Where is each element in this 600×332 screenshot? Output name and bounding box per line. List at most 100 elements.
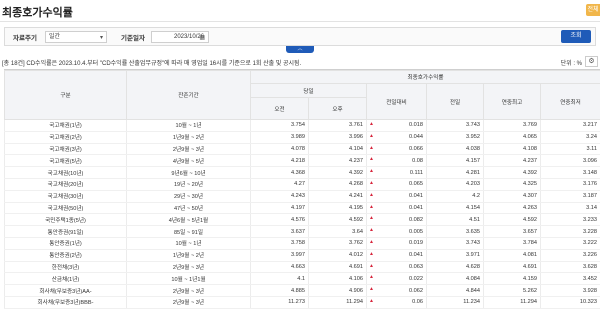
cell-pm: 4.237 [308,154,367,168]
cell-maturity: 1년9월 ~ 2년 [126,131,251,144]
cell-high: 5.262 [483,284,541,297]
search-button[interactable]: 조회 [561,30,591,43]
table-row: 통안증권(2년) 1년9월 ~ 2년 3.997 4.012 ▲ 0.041 3.971 4.… [4,249,600,262]
table-row: 국민주택1종(5년) 4년6월 ~ 5년1월 4.576 4.592 ▲ 0.082 4.5… [4,213,600,227]
cell-low: 3.148 [540,166,600,179]
up-triangle-icon: ▲ [369,191,374,198]
cell-maturity: 47년 ~ 50년 [126,202,251,215]
change-value: 0.065 [409,181,423,188]
settings-gear-icon[interactable]: ⚙ [585,56,598,67]
cell-change: ▲ 0.019 [366,237,427,250]
up-triangle-icon: ▲ [369,262,374,269]
cell-maturity: 10월 ~ 1년 [126,237,251,250]
up-triangle-icon: ▲ [369,274,374,281]
date-input[interactable]: 2023/10/26 ▦ [151,31,209,43]
cell-type: 통안증권(91일) [4,225,127,238]
up-triangle-icon: ▲ [369,156,374,163]
cell-type: 회사채(무보증3년)BBB- [4,296,127,309]
cell-high: 4.263 [483,202,541,215]
cell-pm: 4.592 [308,213,367,227]
cell-change: ▲ 0.062 [366,284,427,297]
change-value: 0.022 [409,275,423,282]
cell-high: 11.294 [483,296,541,309]
cell-change: ▲ 0.063 [366,261,427,274]
change-value: 0.044 [409,134,423,141]
cell-pm: 4.104 [308,143,367,156]
cell-am: 4.243 [250,190,309,203]
cell-maturity: 29년 ~ 30년 [126,190,251,203]
cell-pm: 3.761 [308,119,367,132]
cell-type: 국고채권(1년) [4,119,127,132]
cell-high: 4.081 [483,249,541,262]
cell-am: 4.078 [250,143,309,156]
cell-change: ▲ 0.041 [366,249,427,262]
change-value: 0.019 [409,240,423,247]
header-high: 연중최고 [483,83,541,120]
cell-pm: 4.012 [308,249,367,262]
top-right-badge-button[interactable]: 전체보 [586,4,600,16]
cell-high: 3.657 [483,225,541,238]
cell-change: ▲ 0.08 [366,154,427,168]
cell-pm: 4.195 [308,202,367,215]
cell-am: 3.754 [250,119,309,132]
cell-type: 국민주택1종(5년) [4,213,127,227]
cell-prev: 4.844 [426,284,484,297]
collapse-filter-button[interactable]: ︿ [286,46,314,53]
header-group-yield: 최종호가수익률 [250,70,600,84]
period-select[interactable]: 일간 ▾ [45,31,107,43]
cell-type: 국고채권(30년) [4,190,127,203]
change-value: 0.082 [409,216,423,223]
header-change: 전일대비 [366,83,427,120]
cell-low: 3.228 [540,225,600,238]
change-value: 0.018 [409,122,423,129]
cell-pm: 4.691 [308,261,367,274]
cell-am: 4.218 [250,154,309,168]
chevron-up-icon: ︿ [297,46,303,52]
cell-prev: 3.971 [426,249,484,262]
cell-high: 4.108 [483,143,541,156]
cell-maturity: 19년 ~ 20년 [126,178,251,191]
cell-am: 4.197 [250,202,309,215]
cell-low: 3.187 [540,190,600,203]
calendar-icon[interactable]: ▦ [199,33,205,43]
cell-maturity: 9년6월 ~ 10년 [126,166,251,179]
chevron-down-icon: ▾ [99,35,103,41]
cell-maturity: 4년9월 ~ 5년 [126,154,251,168]
unit-label: 단위 : % [560,61,582,67]
header-maturity: 잔존기간 [126,70,251,120]
cell-high: 3.769 [483,119,541,132]
cell-change: ▲ 0.06 [366,296,427,309]
table-body: 국고채권(1년) 10월 ~ 1년 3.754 3.761 ▲ 0.018 3.743 3.7… [4,119,600,309]
change-value: 0.041 [409,193,423,200]
cell-am: 4.576 [250,213,309,227]
cell-maturity: 2년9월 ~ 3년 [126,143,251,156]
yield-table-container[interactable]: 구분 잔존기간 최종호가수익률 당일 전일대비 전일 연중최고 연중최저 오전 … [4,69,600,332]
cell-low: 3.222 [540,237,600,250]
change-value: 0.111 [409,169,423,176]
cell-high: 4.065 [483,131,541,144]
cell-change: ▲ 0.022 [366,272,427,286]
cell-maturity: 4년6월 ~ 5년1월 [126,213,251,227]
cell-maturity: 10월 ~ 1년 [126,119,251,132]
cell-high: 4.159 [483,272,541,286]
change-value: 0.041 [409,252,423,259]
change-value: 0.066 [409,145,423,152]
table-row: 통안증권(1년) 10월 ~ 1년 3.758 3.762 ▲ 0.019 3.743 3.7… [4,237,600,250]
cell-low: 3.452 [540,272,600,286]
cell-type: 국고채권(20년) [4,178,127,191]
up-triangle-icon: ▲ [369,215,374,222]
cell-low: 3.226 [540,249,600,262]
change-value: 0.08 [412,157,423,164]
cell-type: 국고채권(5년) [4,154,127,168]
cell-prev: 4.084 [426,272,484,286]
cell-prev: 4.51 [426,213,484,227]
up-triangle-icon: ▲ [369,227,374,234]
period-select-value: 일간 [49,34,61,40]
cell-pm: 3.996 [308,131,367,144]
cell-prev: 3.635 [426,225,484,238]
cell-low: 3.096 [540,154,600,168]
cell-pm: 3.762 [308,237,367,250]
cell-maturity: 2년9월 ~ 3년 [126,284,251,297]
change-value: 0.005 [409,228,423,235]
cell-prev: 4.157 [426,154,484,168]
